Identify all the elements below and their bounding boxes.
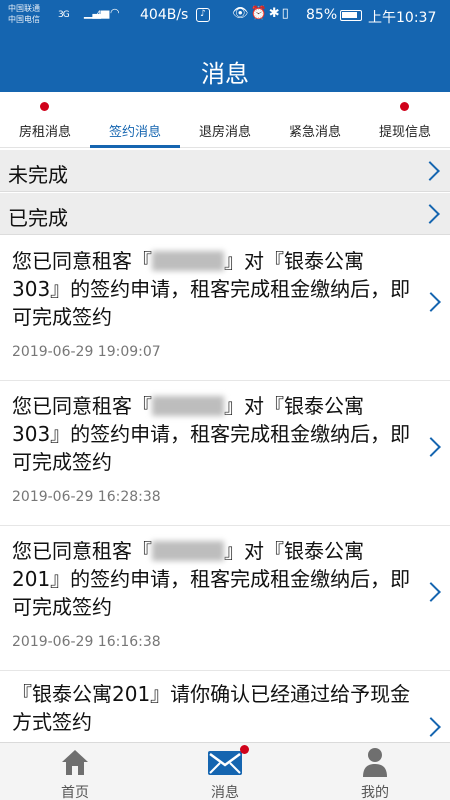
message-time: 2019-06-29 16:16:38 [12,634,161,650]
message-text: 您已同意租客『 』对『银泰公寓201』的签约申请，租客完成租金缴纳后，即可完成签约 [12,537,412,621]
signal-4g-icon: 4G [96,10,108,20]
message-text-start: 您已同意租客『 [12,249,152,273]
chevron-right-icon [421,292,441,312]
tab-label: 签约消息 [108,125,161,140]
tab-contract-messages[interactable]: 签约消息 [90,92,180,148]
message-time: 2019-06-29 19:09:07 [12,344,161,360]
chevron-right-icon [421,717,441,737]
message-text-start: 您已同意租客『 [12,394,152,418]
nav-messages[interactable]: 消息 [150,743,300,800]
mail-icon [208,751,242,775]
carrier-info: 中国联通 中国电信 [8,3,40,25]
message-time: 2019-06-29 16:28:38 [12,489,161,505]
system-icons: 👁⏰✱▯ [232,6,291,21]
user-icon [363,748,387,777]
nav-label: 我的 [361,785,389,800]
tab-label: 房租消息 [18,125,71,140]
status-row-label: 已完成 [8,206,68,230]
redacted-tenant-name [152,251,224,271]
message-item[interactable]: 您已同意租客『 』对『银泰公寓303』的签约申请，租客完成租金缴纳后，即可完成签约… [0,382,450,526]
network-speed: 404B/s [140,7,189,23]
status-bar: 中国联通 中国电信 3G ▁▃▅ ◠ 4G 404B/s ♪ 👁⏰✱▯ 85% … [0,0,450,32]
nav-home[interactable]: 首页 [0,743,150,800]
chevron-right-icon [420,204,440,224]
unread-badge [240,745,249,754]
home-icon [62,750,88,775]
unread-badge [40,102,49,111]
tab-label: 紧急消息 [288,125,341,140]
battery-icon [340,10,362,21]
chevron-right-icon [420,161,440,181]
carrier-2: 中国电信 [8,15,40,24]
active-tab-indicator [90,145,180,148]
message-text: 您已同意租客『 』对『银泰公寓303』的签约申请，租客完成租金缴纳后，即可完成签约 [12,392,412,476]
message-tabs: 房租消息 签约消息 退房消息 紧急消息 提现信息 [0,92,450,148]
status-row-completed[interactable]: 已完成 [0,193,450,235]
nav-label: 消息 [211,785,239,800]
wifi-icon: ◠ [110,6,120,19]
nav-label: 首页 [61,785,89,800]
tab-checkout-messages[interactable]: 退房消息 [180,92,270,148]
tab-withdraw-info[interactable]: 提现信息 [360,92,450,148]
message-text-start: 您已同意租客『 [12,539,152,563]
message-text: 『银泰公寓201』请你确认已经通过给予现金方式签约 [12,682,411,734]
clock: 上午10:37 [368,10,437,26]
tab-label: 退房消息 [198,125,251,140]
tab-urgent-messages[interactable]: 紧急消息 [270,92,360,148]
page-title: 消息 [201,60,249,88]
tab-rent-messages[interactable]: 房租消息 [0,92,90,148]
unread-badge [400,102,409,111]
message-item[interactable]: 您已同意租客『 』对『银泰公寓303』的签约申请，租客完成租金缴纳后，即可完成签约… [0,237,450,381]
chevron-right-icon [421,437,441,457]
bottom-navigation: 首页 消息 我的 [0,742,450,800]
tab-label: 提现信息 [378,125,431,140]
music-app-icon: ♪ [196,8,210,22]
app-header: 中国联通 中国电信 3G ▁▃▅ ◠ 4G 404B/s ♪ 👁⏰✱▯ 85% … [0,0,450,92]
message-text: 您已同意租客『 』对『银泰公寓303』的签约申请，租客完成租金缴纳后，即可完成签约 [12,247,412,331]
status-row-label: 未完成 [8,163,68,187]
message-item[interactable]: 您已同意租客『 』对『银泰公寓201』的签约申请，租客完成租金缴纳后，即可完成签约… [0,527,450,671]
message-item[interactable]: 『银泰公寓201』请你确认已经通过给予现金方式签约 [0,672,450,742]
redacted-tenant-name [152,396,224,416]
battery-percent: 85% [306,7,338,23]
signal-3g-icon: 3G [58,10,70,20]
status-row-incomplete[interactable]: 未完成 [0,150,450,192]
chevron-right-icon [421,582,441,602]
nav-profile[interactable]: 我的 [300,743,450,800]
redacted-tenant-name [152,541,224,561]
carrier-1: 中国联通 [8,4,40,13]
